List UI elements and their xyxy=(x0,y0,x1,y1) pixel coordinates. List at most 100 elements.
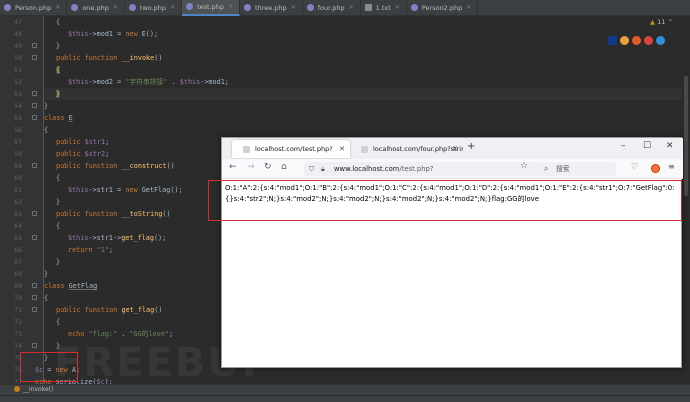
line-number: 72 xyxy=(14,318,22,326)
close-icon[interactable]: ✕ xyxy=(113,4,118,11)
close-icon[interactable]: ✕ xyxy=(349,4,354,11)
line-number: 62 xyxy=(14,198,22,206)
annotation-box-output xyxy=(208,180,682,221)
chevron-up-icon: ⌃ xyxy=(667,18,673,26)
php-file-icon xyxy=(306,4,314,11)
method-icon xyxy=(14,386,20,392)
code-line-current: } xyxy=(44,88,690,100)
code-line: $this->mod1 = new E(); xyxy=(68,30,159,38)
tab-one-php[interactable]: one.php ✕ xyxy=(67,0,125,16)
fold-marker[interactable] xyxy=(32,235,37,240)
line-number: 57 xyxy=(14,138,22,146)
close-icon[interactable]: ✕ xyxy=(170,4,175,11)
search-input[interactable]: ⌕ 搜索 xyxy=(540,162,616,176)
back-icon[interactable]: ← xyxy=(229,162,237,172)
edge-icon[interactable] xyxy=(656,36,665,45)
menu-icon[interactable]: ≡ xyxy=(668,162,675,171)
line-number: 73 xyxy=(14,330,22,338)
lock-icon[interactable]: 🔒︎ xyxy=(321,165,325,174)
close-icon[interactable]: ✕ xyxy=(452,140,458,158)
pocket-icon[interactable]: ♡ xyxy=(631,162,638,171)
tab-label: two.php xyxy=(139,3,167,12)
firefox-icon[interactable] xyxy=(632,36,641,45)
line-number: 66 xyxy=(14,246,22,254)
fold-marker[interactable] xyxy=(32,43,37,48)
line-number: 65 xyxy=(14,234,22,242)
close-icon[interactable]: ✕ xyxy=(55,4,60,11)
minimize-icon[interactable]: – xyxy=(621,141,626,151)
url-text[interactable]: www.localhost.com/test.php? xyxy=(334,162,433,176)
code-line: { xyxy=(56,66,61,74)
home-icon[interactable]: ⌂ xyxy=(281,162,287,172)
fold-marker[interactable] xyxy=(32,103,37,108)
tab-four-php[interactable]: four.php ✕ xyxy=(303,0,361,16)
code-line: class E xyxy=(44,114,73,122)
tab-three-php[interactable]: three.php ✕ xyxy=(240,0,303,16)
search-icon: ⌕ xyxy=(544,164,549,173)
tab-person-php[interactable]: Person.php ✕ xyxy=(0,0,68,16)
php-file-icon xyxy=(186,3,194,10)
reload-icon[interactable]: ↻ xyxy=(264,162,272,172)
chrome-icon[interactable] xyxy=(620,36,629,45)
page-icon xyxy=(361,146,368,153)
php-file-icon xyxy=(244,4,252,11)
bookmark-star-icon[interactable]: ☆ xyxy=(520,161,528,171)
fold-marker[interactable] xyxy=(32,91,37,96)
line-number: 75 xyxy=(14,354,22,362)
editor-tab-bar: Person.php ✕ one.php ✕ two.php ✕ test.php ✕ … xyxy=(0,0,690,16)
close-window-icon[interactable]: ✕ xyxy=(666,141,674,151)
line-number-gutter: 47 48 49 50 51 52 53 54 55 56 57 58 59 6… xyxy=(0,16,44,386)
fold-marker[interactable] xyxy=(32,343,37,348)
line-number: 54 xyxy=(14,102,22,110)
tab-test-php[interactable]: test.php ✕ xyxy=(182,0,241,16)
fold-marker[interactable] xyxy=(32,211,37,216)
close-icon[interactable]: ✕ xyxy=(339,140,345,158)
page-icon xyxy=(243,146,250,153)
browser-tab-four[interactable]: localhost.com/four.php?string=O✕ xyxy=(350,140,463,158)
tab-person2-php[interactable]: Person2.php ✕ xyxy=(407,0,479,16)
browser-tab-bar: localhost.com/test.php? ✕ localhost.com/f… xyxy=(222,138,683,159)
account-avatar[interactable] xyxy=(651,164,660,173)
line-number: 74 xyxy=(14,342,22,350)
fold-marker[interactable] xyxy=(32,283,37,288)
browser-tab-test[interactable]: localhost.com/test.php? ✕ xyxy=(232,140,350,158)
scrollbar-thumb[interactable] xyxy=(684,76,688,196)
browser-window: localhost.com/test.php? ✕ localhost.com/f… xyxy=(221,137,683,368)
close-icon[interactable]: ✕ xyxy=(466,4,471,11)
line-number: 59 xyxy=(14,162,22,170)
fold-marker[interactable] xyxy=(32,307,37,312)
breadcrumb-label: __invoke() xyxy=(23,386,54,393)
fold-marker[interactable] xyxy=(32,163,37,168)
line-number: 55 xyxy=(14,114,22,122)
line-number: 64 xyxy=(14,222,22,230)
line-number: 49 xyxy=(14,42,22,50)
opera-icon[interactable] xyxy=(644,36,653,45)
line-number: 76 xyxy=(14,366,22,374)
close-icon[interactable]: ✕ xyxy=(291,4,296,11)
address-bar[interactable]: ⛉ 🔒︎ www.localhost.com/test.php? xyxy=(304,162,540,176)
warnings-count: 11 xyxy=(657,18,666,26)
close-icon[interactable]: ✕ xyxy=(228,3,233,10)
tab-label: 1.txt xyxy=(375,3,391,12)
breadcrumb[interactable]: __invoke() xyxy=(0,384,690,395)
fold-marker[interactable] xyxy=(32,55,37,60)
line-number: 51 xyxy=(14,66,22,74)
line-number: 67 xyxy=(14,258,22,266)
tab-1-txt[interactable]: 1.txt ✕ xyxy=(361,0,407,16)
fold-marker[interactable] xyxy=(32,295,37,300)
shield-icon[interactable]: ⛉ xyxy=(309,165,314,174)
fold-marker[interactable] xyxy=(32,115,37,120)
tab-label: three.php xyxy=(255,3,287,12)
phpstorm-icon[interactable] xyxy=(608,36,617,45)
warnings-indicator[interactable]: ▲ 11 ⌃ xyxy=(650,18,673,26)
close-icon[interactable]: ✕ xyxy=(395,4,400,11)
tab-two-php[interactable]: two.php ✕ xyxy=(125,0,183,16)
maximize-icon[interactable]: ☐ xyxy=(643,141,651,151)
new-tab-button[interactable]: + xyxy=(467,141,475,152)
editor-scrollbar[interactable] xyxy=(682,16,690,384)
forward-icon[interactable]: → xyxy=(247,162,255,172)
browser-preview-icons xyxy=(608,36,665,45)
tab-label: Person.php xyxy=(15,3,52,12)
search-placeholder: 搜索 xyxy=(556,165,570,173)
tab-label: Person2.php xyxy=(421,3,463,12)
